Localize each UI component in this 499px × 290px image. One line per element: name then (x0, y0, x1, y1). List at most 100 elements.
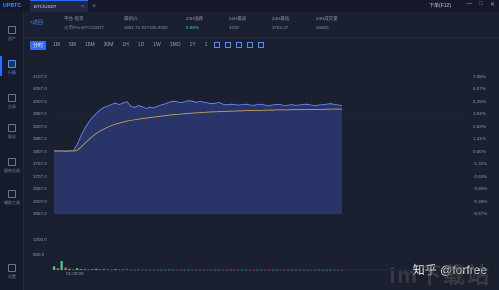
interval-more[interactable]: 1 (203, 41, 210, 49)
tab-btc-usdt[interactable]: BTC/USDT × (30, 0, 88, 12)
volume-bar (187, 269, 190, 271)
minimize-icon[interactable]: — (466, 1, 472, 8)
volume-bar (175, 269, 178, 271)
volume-bar (106, 269, 109, 271)
volume-bar (198, 269, 202, 271)
high-label: 24H最高 (229, 16, 247, 21)
volume-bar (110, 269, 113, 271)
market-header: <返回 平台-现货 火币Pro-BTC/USDT 最新价 3991.74 ¥27… (24, 12, 499, 38)
sidebar-item-label: 量化 (8, 134, 16, 139)
sidebar-item-assets[interactable]: 资产 (0, 26, 24, 42)
robot-icon (8, 124, 16, 132)
volume-bar (340, 269, 344, 271)
sidebar-item-quant[interactable]: 量化 (0, 124, 24, 140)
low-value: 3763.37 (272, 25, 289, 30)
interval-5m[interactable]: 5M (67, 41, 78, 49)
sidebar-item-market[interactable]: 行情 (0, 56, 24, 76)
volume-bar (210, 269, 213, 271)
interval-1y[interactable]: 1Y (188, 41, 198, 49)
percent-tick-label: -3.94% (473, 186, 488, 192)
volume-bar (141, 269, 144, 271)
crosshair-icon[interactable] (236, 42, 243, 48)
price-tick-label: 4107.0 (33, 74, 47, 79)
interval-15m[interactable]: 15M (83, 41, 97, 49)
sidebar-item-tools[interactable]: 辅助工具 (0, 190, 24, 206)
sidebar-item-label: 资产 (8, 36, 16, 41)
percent-tick-label: 5.25% (473, 98, 486, 104)
price-chart[interactable]: 4107.0 7.88% 4057.0 6.57% 4007.0 5.25% 3957.0 3… (24, 52, 499, 290)
price-tick-label: 3807.0 (33, 148, 47, 154)
sidebar-item-copy-trade[interactable]: 跟单交易 (0, 158, 24, 174)
maximize-icon[interactable]: □ (479, 1, 483, 8)
time-axis-label: 01:30:00 (66, 271, 84, 276)
last-price-info: 最新价 3991.74 ¥27336.6330 (124, 16, 168, 30)
sidebar-item-label: 行情 (8, 70, 16, 75)
price-tick-label: 3957.0 (33, 111, 47, 117)
add-tab-icon[interactable]: + (92, 3, 96, 10)
volume-bar (275, 269, 278, 271)
compare-icon[interactable] (247, 42, 254, 48)
price-area-fill (54, 100, 342, 214)
interval-toolbar: 分时 1M 5M 15M 30M 1H 1D 1W 1MO 1Y 1 (24, 38, 499, 52)
volume-bar (310, 269, 313, 271)
volume-bar (229, 269, 232, 271)
volume-bar (329, 269, 332, 271)
volume-bar (248, 269, 251, 271)
draw-line-icon[interactable] (214, 42, 221, 48)
percent-tick-label: 1.31% (473, 136, 486, 142)
interval-1mo[interactable]: 1MO (168, 41, 183, 49)
volume-label: 24H成交量 (316, 16, 338, 21)
interval-1d[interactable]: 1D (136, 41, 146, 49)
percent-tick-label: 3.94% (473, 111, 486, 117)
volume-bar (68, 268, 71, 270)
interval-1h[interactable]: 1H (120, 41, 130, 49)
pair-value: 火币Pro-BTC/USDT (64, 25, 105, 30)
volume-bar (118, 269, 121, 271)
volume-bar (91, 269, 94, 270)
volume-bar (252, 269, 255, 271)
volume-bar (64, 267, 67, 270)
volume-bar (102, 269, 106, 270)
volume-bar (98, 269, 102, 270)
price-tick-label: 4057.0 (33, 86, 47, 92)
volume-bar (52, 266, 56, 270)
volume-bar (267, 269, 271, 271)
volume-bar (218, 269, 221, 271)
sidebar-item-label: 跟单交易 (4, 168, 20, 173)
sidebar-item-settings[interactable]: 设置 (0, 264, 24, 280)
percent-tick-label: 0.00% (473, 148, 486, 154)
volume-bar (125, 269, 129, 270)
indicator-icon[interactable] (225, 42, 232, 48)
volume-bar (225, 269, 228, 271)
tab-close-icon[interactable]: × (81, 4, 84, 10)
watermark-site: im下载站 (389, 263, 491, 288)
volume-bar (337, 269, 340, 271)
volume-bar (75, 268, 79, 270)
sidebar-item-trade[interactable]: 交易 (0, 94, 24, 110)
fullscreen-icon[interactable] (258, 42, 265, 48)
order-shortcut-button[interactable]: 下单(F12) (429, 2, 451, 9)
volume-bar (279, 269, 282, 271)
interval-30m[interactable]: 30M (102, 41, 116, 49)
sidebar-item-label: 设置 (8, 274, 16, 279)
interval-1m[interactable]: 1M (51, 41, 62, 49)
sidebar-item-label: 交易 (8, 104, 16, 109)
high-value: 4030 (229, 25, 240, 30)
volume-bar (202, 269, 205, 271)
title-bar: UPBTC BTC/USDT × + 下单(F12) — □ ✕ (0, 0, 499, 12)
pair-label: 平台-现货 (64, 16, 84, 21)
volume-bar (233, 269, 236, 271)
chart-icon (8, 60, 16, 68)
change-label: 24H涨跌 (186, 16, 204, 21)
close-icon[interactable]: ✕ (490, 1, 495, 8)
interval-timeshare[interactable]: 分时 (30, 40, 47, 50)
exchange-icon (8, 94, 16, 102)
price-tick-label: 3757.0 (33, 161, 47, 167)
volume-bar (256, 269, 259, 271)
back-button[interactable]: <返回 (30, 19, 43, 26)
volume-bar (221, 269, 225, 271)
volume-bar (60, 261, 63, 270)
volume-tick-label: 500.0 (33, 252, 45, 257)
interval-1w[interactable]: 1W (151, 41, 163, 49)
volume-bar (283, 269, 286, 271)
